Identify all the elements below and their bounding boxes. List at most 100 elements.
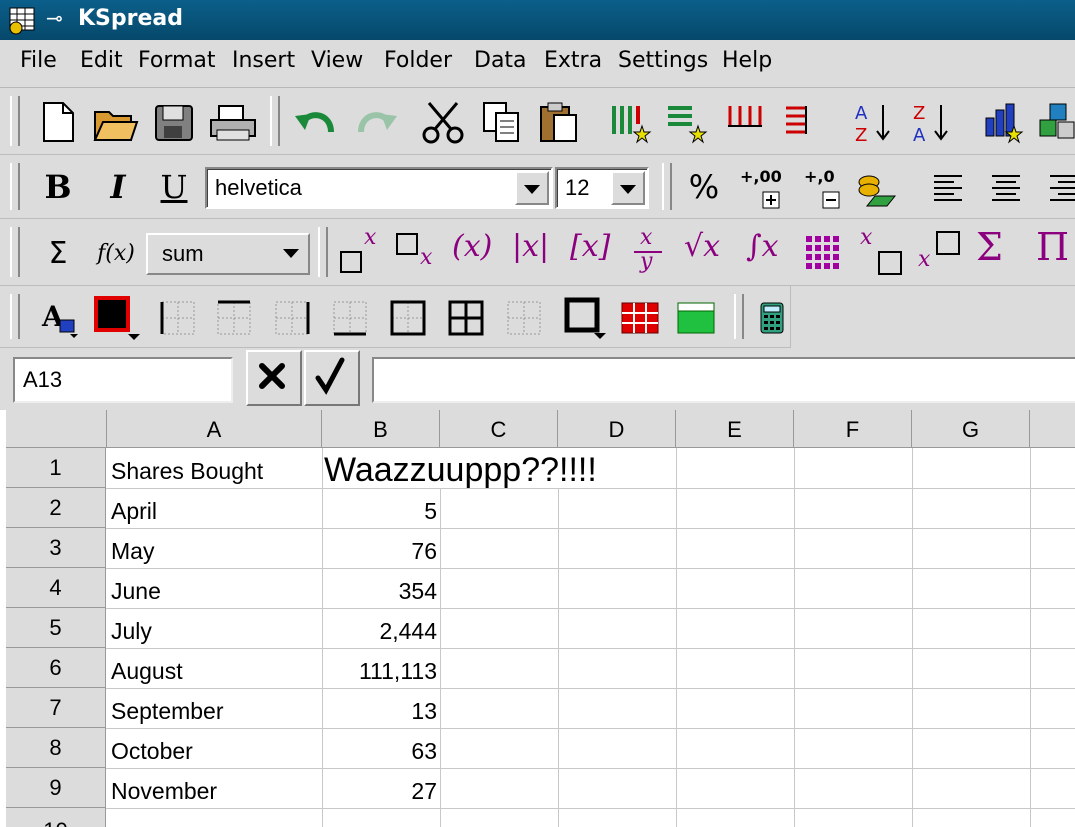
column-header-f[interactable]: F — [794, 410, 912, 448]
column-header-b[interactable]: B — [322, 410, 440, 448]
pin-icon[interactable]: ⊸ — [46, 6, 63, 30]
autosum-button[interactable]: Σ — [40, 233, 76, 273]
left-subscript-icon[interactable]: x — [916, 227, 964, 279]
absolute-value-icon[interactable]: |x| — [512, 229, 549, 264]
cell-b8[interactable]: 63 — [322, 730, 437, 770]
increase-precision-button[interactable]: +,00 — [738, 163, 786, 211]
cancel-formula-button[interactable] — [246, 350, 302, 406]
cell-b6[interactable]: 111,113 — [322, 650, 437, 690]
cell-b3[interactable]: 76 — [322, 530, 437, 570]
font-family-combo[interactable]: helvetica — [205, 167, 553, 209]
cell-a1[interactable]: Shares Bought — [111, 450, 263, 490]
align-center-icon[interactable] — [988, 169, 1024, 205]
function-combo[interactable]: sum — [146, 233, 310, 275]
cell-a6[interactable]: August — [111, 650, 183, 690]
font-size-combo[interactable]: 12 — [555, 167, 649, 209]
integral-icon[interactable]: ∫x — [746, 229, 779, 264]
cell-a3[interactable]: May — [111, 530, 154, 570]
border-outline-icon[interactable] — [388, 298, 428, 338]
cut-icon[interactable] — [420, 100, 466, 144]
row-header-7[interactable]: 7 — [6, 688, 106, 728]
matrix-icon[interactable] — [804, 233, 844, 273]
row-header-2[interactable]: 2 — [6, 488, 106, 528]
toolbar-handle[interactable] — [10, 96, 20, 146]
toolbar-handle[interactable] — [10, 294, 20, 339]
menu-format[interactable]: Format — [138, 48, 216, 73]
row-header-8[interactable]: 8 — [6, 728, 106, 768]
calculator-icon[interactable] — [756, 298, 788, 338]
cell-b2[interactable]: 5 — [322, 490, 437, 530]
cell-b7[interactable]: 13 — [322, 690, 437, 730]
border-right-icon[interactable] — [272, 298, 312, 338]
border-color-icon[interactable] — [562, 296, 610, 342]
column-header-c[interactable]: C — [440, 410, 558, 448]
menu-data[interactable]: Data — [474, 48, 527, 73]
column-header-h[interactable] — [1030, 410, 1075, 448]
chevron-down-icon[interactable] — [515, 171, 549, 205]
border-left-icon[interactable] — [158, 298, 198, 338]
cell-a2[interactable]: April — [111, 490, 157, 530]
redo-icon[interactable] — [352, 100, 400, 144]
row-header-5[interactable]: 5 — [6, 608, 106, 648]
chevron-down-icon[interactable] — [276, 237, 306, 271]
new-document-icon[interactable] — [38, 100, 78, 144]
row-header-3[interactable]: 3 — [6, 528, 106, 568]
border-all-icon[interactable] — [446, 298, 486, 338]
menu-edit[interactable]: Edit — [80, 48, 123, 73]
money-format-icon[interactable] — [852, 167, 898, 207]
border-bottom-icon[interactable] — [330, 298, 370, 338]
parentheses-icon[interactable]: (x) — [452, 229, 492, 264]
toolbar-handle[interactable] — [10, 227, 20, 277]
column-header-a[interactable]: A — [107, 410, 322, 448]
chevron-down-icon[interactable] — [611, 171, 645, 205]
spreadsheet-grid[interactable]: A B C D E F G 1 2 3 4 5 6 7 8 9 10 Share… — [0, 410, 1075, 827]
underline-button[interactable]: U — [156, 167, 192, 207]
menu-insert[interactable]: Insert — [232, 48, 295, 73]
menu-settings[interactable]: Settings — [618, 48, 708, 73]
row-header-6[interactable]: 6 — [6, 648, 106, 688]
superscript-icon[interactable]: x — [340, 225, 384, 277]
toolbar-handle[interactable] — [10, 163, 20, 210]
menu-help[interactable]: Help — [722, 48, 772, 73]
text-color-icon[interactable]: A — [38, 296, 82, 340]
row-header-1[interactable]: 1 — [6, 448, 106, 488]
delete-column-icon[interactable] — [722, 100, 768, 144]
cell-reference-field[interactable]: A13 — [13, 357, 233, 403]
open-folder-icon[interactable] — [92, 100, 140, 144]
column-header-e[interactable]: E — [676, 410, 794, 448]
sum-icon[interactable]: Σ — [976, 225, 1003, 269]
cell-a9[interactable]: November — [111, 770, 217, 810]
insert-row-icon[interactable] — [664, 100, 710, 144]
sort-descending-icon[interactable]: ZA — [908, 98, 954, 146]
insert-object-icon[interactable] — [1034, 100, 1075, 144]
fraction-icon[interactable]: x y — [628, 225, 668, 277]
border-remove-icon[interactable] — [504, 298, 544, 338]
cell-a8[interactable]: October — [111, 730, 193, 770]
row-header-4[interactable]: 4 — [6, 568, 106, 608]
align-right-icon[interactable] — [1046, 169, 1075, 205]
align-left-icon[interactable] — [930, 169, 966, 205]
column-header-g[interactable]: G — [912, 410, 1030, 448]
print-icon[interactable] — [208, 100, 258, 144]
menu-file[interactable]: File — [20, 48, 57, 73]
save-icon[interactable] — [152, 100, 196, 144]
select-all-corner[interactable] — [6, 410, 107, 448]
cell-b5[interactable]: 2,444 — [322, 610, 437, 650]
accept-formula-button[interactable] — [304, 350, 360, 406]
cell-a4[interactable]: June — [111, 570, 161, 610]
cell-a5[interactable]: July — [111, 610, 152, 650]
percent-button[interactable]: % — [684, 167, 724, 207]
cell-b9[interactable]: 27 — [322, 770, 437, 810]
merge-cells-icon[interactable] — [618, 298, 662, 338]
kspread-app-icon[interactable] — [8, 6, 36, 35]
column-header-d[interactable]: D — [558, 410, 676, 448]
dissociate-cells-icon[interactable] — [674, 298, 718, 338]
italic-button[interactable]: I — [100, 167, 136, 207]
border-top-icon[interactable] — [214, 298, 254, 338]
brackets-icon[interactable]: [x] — [570, 229, 610, 264]
subscript-icon[interactable]: x — [396, 229, 440, 277]
insert-column-icon[interactable] — [608, 100, 654, 144]
decrease-precision-button[interactable]: +,0 — [798, 163, 846, 211]
function-button[interactable]: f(x) — [92, 233, 140, 273]
menu-extra[interactable]: Extra — [544, 48, 602, 73]
